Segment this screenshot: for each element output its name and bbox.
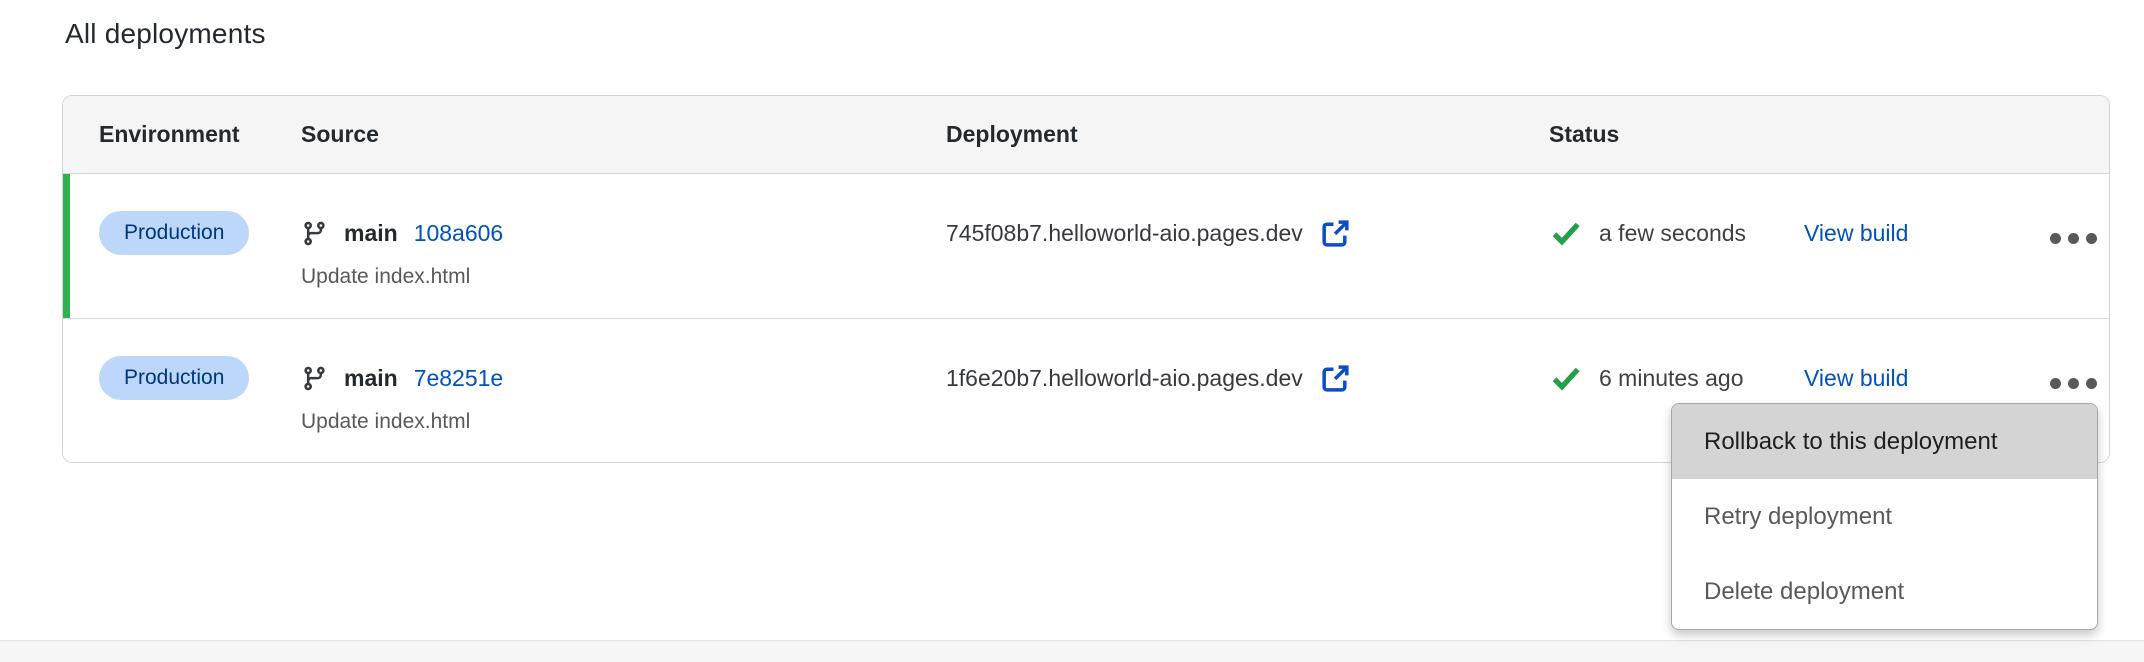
branch-name: main: [344, 220, 398, 247]
view-build-cell: View build: [1804, 174, 2044, 318]
environment-cell: Production: [99, 319, 301, 462]
commit-message: Update index.html: [301, 407, 946, 437]
actions-cell: [2044, 174, 2109, 318]
table-row: Production main 108a606 Update index.htm…: [63, 174, 2109, 318]
ellipsis-icon: [2050, 233, 2061, 244]
status-time: a few seconds: [1599, 220, 1746, 247]
column-header-source: Source: [301, 121, 946, 148]
git-branch-icon: [301, 220, 328, 247]
check-icon: [1549, 361, 1583, 395]
menu-item-delete[interactable]: Delete deployment: [1672, 554, 2097, 629]
menu-item-retry[interactable]: Retry deployment: [1672, 479, 2097, 554]
row-actions-button[interactable]: [2044, 223, 2103, 254]
row-actions-button[interactable]: [2044, 368, 2103, 399]
environment-cell: Production: [99, 174, 301, 318]
column-header-environment: Environment: [99, 121, 301, 148]
environment-badge: Production: [99, 211, 249, 255]
ellipsis-icon: [2050, 378, 2061, 389]
deployment-url: 745f08b7.helloworld-aio.pages.dev: [946, 220, 1303, 247]
menu-item-rollback[interactable]: Rollback to this deployment: [1672, 404, 2097, 479]
commit-link[interactable]: 108a606: [414, 220, 504, 247]
branch-name: main: [344, 365, 398, 392]
source-cell: main 7e8251e Update index.html: [301, 319, 946, 462]
deployment-cell: 1f6e20b7.helloworld-aio.pages.dev: [946, 319, 1549, 462]
deployment-url: 1f6e20b7.helloworld-aio.pages.dev: [946, 365, 1303, 392]
git-branch-icon: [301, 365, 328, 392]
status-cell: a few seconds: [1549, 174, 1804, 318]
external-link-icon[interactable]: [1319, 362, 1352, 395]
view-build-link[interactable]: View build: [1804, 220, 1908, 247]
column-header-status: Status: [1549, 121, 1804, 148]
view-build-link[interactable]: View build: [1804, 365, 1908, 392]
current-deployment-indicator: [63, 174, 70, 318]
external-link-icon[interactable]: [1319, 217, 1352, 250]
check-icon: [1549, 216, 1583, 250]
commit-link[interactable]: 7e8251e: [414, 365, 504, 392]
environment-badge: Production: [99, 356, 249, 400]
column-header-deployment: Deployment: [946, 121, 1549, 148]
status-time: 6 minutes ago: [1599, 365, 1743, 392]
table-header-row: Environment Source Deployment Status: [63, 96, 2109, 174]
section-divider: [0, 640, 2144, 662]
source-cell: main 108a606 Update index.html: [301, 174, 946, 318]
commit-message: Update index.html: [301, 262, 946, 292]
deployment-cell: 745f08b7.helloworld-aio.pages.dev: [946, 174, 1549, 318]
deployment-context-menu: Rollback to this deployment Retry deploy…: [1671, 403, 2098, 630]
page-title: All deployments: [65, 18, 266, 50]
